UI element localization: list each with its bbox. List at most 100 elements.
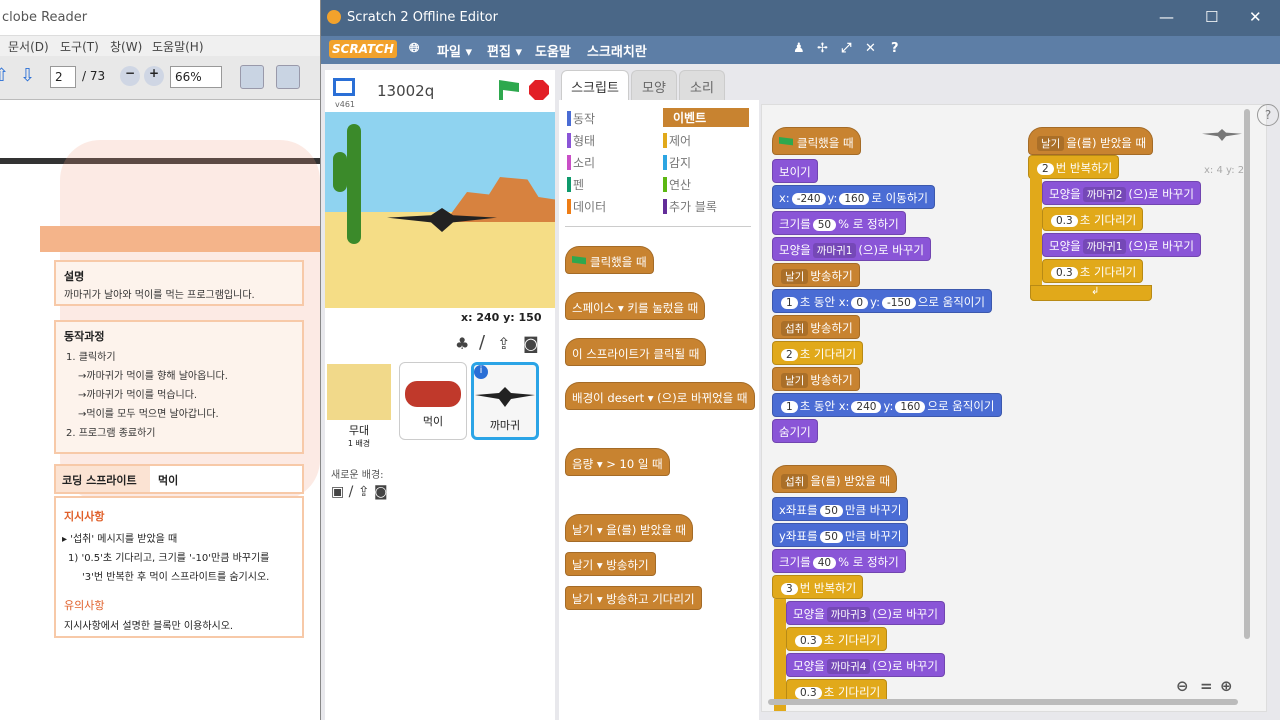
- repeat-block[interactable]: 2번 반복하기: [1028, 155, 1120, 179]
- cat-looks[interactable]: 형태: [567, 132, 595, 149]
- script-block[interactable]: 0.3 초 기다리기: [1042, 207, 1144, 231]
- stage-canvas[interactable]: [325, 112, 555, 308]
- cat-sensing[interactable]: 감지: [663, 154, 691, 171]
- menu-tools[interactable]: 도구(T): [60, 38, 99, 55]
- close-icon[interactable]: ✕: [1249, 8, 1262, 26]
- script-block[interactable]: x좌표를 50 만큼 바꾸기: [772, 497, 909, 521]
- page-number-input[interactable]: 2: [50, 66, 76, 88]
- stage-header: v461 13002q: [325, 70, 555, 114]
- palette-block[interactable]: 배경이 desert ▾ (으)로 바뀌었을 때: [565, 382, 755, 410]
- menu-file[interactable]: 파일 ▾: [437, 41, 472, 60]
- paint-sprite-icon[interactable]: ♣: [455, 334, 469, 353]
- menu-edit[interactable]: 편집 ▾: [487, 41, 522, 60]
- zoom-select[interactable]: 66%: [170, 66, 222, 88]
- fullscreen-icon[interactable]: [333, 78, 355, 96]
- script-block[interactable]: 0.3 초 기다리기: [786, 627, 888, 651]
- desc-text: 까마귀가 날아와 먹이를 먹는 프로그램입니다.: [64, 290, 255, 301]
- scratch-logo: SCRATCH: [329, 40, 397, 58]
- cat-sound[interactable]: 소리: [567, 154, 595, 171]
- script-hat[interactable]: 클릭했을 때: [772, 127, 861, 155]
- upload-icon[interactable]: ⇪: [497, 334, 510, 353]
- script-block[interactable]: 0.3 초 기다리기: [1042, 259, 1144, 283]
- horizontal-scrollbar[interactable]: [768, 699, 1238, 705]
- script-block[interactable]: 섭취 방송하기: [772, 315, 860, 339]
- grow-icon[interactable]: ⤢: [841, 41, 851, 56]
- tab-scripts[interactable]: 스크립트: [561, 70, 629, 100]
- tips-help-icon[interactable]: ?: [1257, 104, 1279, 126]
- pen-icon[interactable]: /: [479, 332, 485, 353]
- script-block[interactable]: 보이기: [772, 159, 818, 183]
- script-hat[interactable]: 날기 을(를) 받았을 때: [1028, 127, 1154, 155]
- stage-thumb[interactable]: 무대 1 배경: [325, 362, 393, 448]
- script-block[interactable]: 모양을 까마귀1 (으)로 바꾸기: [772, 237, 931, 261]
- sprite-ghost-image: [1202, 129, 1242, 141]
- cactus: [347, 124, 361, 244]
- script-block[interactable]: 크기를 40% 로 정하기: [772, 549, 906, 573]
- tab-costumes[interactable]: 모양: [631, 70, 677, 100]
- menu-help[interactable]: 도움말: [535, 41, 571, 60]
- script-block[interactable]: 숨기기: [772, 419, 818, 443]
- duplicate-icon[interactable]: ♟: [793, 41, 805, 56]
- palette-block[interactable]: 날기 ▾ 을(를) 받았을 때: [565, 514, 694, 542]
- repeat-block[interactable]: 3번 반복하기: [772, 575, 864, 599]
- cat-events[interactable]: 이벤트: [663, 108, 749, 127]
- process-item: →까마귀가 먹이를 먹습니다.: [78, 390, 198, 401]
- camera-icon[interactable]: ◙: [523, 334, 539, 353]
- fit-width-icon[interactable]: [276, 65, 300, 89]
- help-icon[interactable]: ?: [891, 41, 899, 56]
- cat-pen[interactable]: 펜: [567, 176, 584, 193]
- script-block[interactable]: 2초 기다리기: [772, 341, 864, 365]
- zoom-out-icon[interactable]: −: [120, 66, 140, 86]
- script-block[interactable]: 모양을 까마귀2 (으)로 바꾸기: [1042, 181, 1201, 205]
- script-block[interactable]: y좌표를 50 만큼 바꾸기: [772, 523, 909, 547]
- green-flag-icon[interactable]: [499, 80, 519, 100]
- backdrop-tools-icon[interactable]: ▣ / ⇪ ◙: [331, 484, 388, 500]
- minimize-icon[interactable]: —: [1159, 8, 1174, 26]
- info-icon[interactable]: i: [474, 365, 488, 379]
- script-block[interactable]: 모양을 까마귀1 (으)로 바꾸기: [1042, 233, 1201, 257]
- script-block[interactable]: 날기 방송하기: [772, 367, 860, 391]
- palette-block[interactable]: 클릭했을 때: [565, 246, 654, 274]
- sprite-thumb-selected[interactable]: i 까마귀: [471, 362, 539, 440]
- maximize-icon[interactable]: ☐: [1205, 8, 1218, 26]
- zoom-in-icon[interactable]: +: [144, 66, 164, 86]
- script-block[interactable]: 1초 동안 x: 240 y: 160 으로 움직이기: [772, 393, 1002, 417]
- script-block[interactable]: x: -240 y: 160 로 이동하기: [772, 185, 935, 209]
- script-block[interactable]: 크기를 50% 로 정하기: [772, 211, 906, 235]
- script-block[interactable]: 날기 방송하기: [772, 263, 860, 287]
- palette-block[interactable]: 이 스프라이트가 클릭될 때: [565, 338, 707, 366]
- script-block[interactable]: 1초 동안 x: 0 y: -150 으로 움직이기: [772, 289, 992, 313]
- script-block[interactable]: 모양을 까마귀4 (으)로 바꾸기: [786, 653, 945, 677]
- stop-icon[interactable]: [529, 80, 549, 100]
- zoom-in-icon[interactable]: ⊕: [1220, 677, 1233, 695]
- scripts-area[interactable]: 클릭했을 때 보이기 x: -240 y: 160 로 이동하기 크기를 50% 로 정하…: [761, 104, 1267, 712]
- palette-block[interactable]: 음량 ▾ > 10 일 때: [565, 448, 670, 476]
- menu-window[interactable]: 창(W): [110, 38, 142, 55]
- menu-help[interactable]: 도움말(H): [152, 38, 204, 55]
- process-item: 1. 클릭하기: [66, 352, 116, 363]
- zoom-out-icon[interactable]: ⊖: [1176, 677, 1189, 695]
- cat-more-blocks[interactable]: 추가 블록: [663, 198, 717, 215]
- project-name-input[interactable]: 13002q: [377, 82, 434, 100]
- prev-page-icon[interactable]: ⇧: [0, 65, 18, 89]
- script-hat[interactable]: 섭취 을(를) 받았을 때: [772, 465, 898, 493]
- cut-icon[interactable]: ✢: [817, 41, 828, 56]
- next-page-icon[interactable]: ⇩: [20, 65, 44, 89]
- cat-control[interactable]: 제어: [663, 132, 691, 149]
- menu-about[interactable]: 스크래치란: [587, 41, 647, 60]
- fit-page-icon[interactable]: [240, 65, 264, 89]
- palette-block[interactable]: 스페이스 ▾ 키를 눌렀을 때: [565, 292, 706, 320]
- palette-block[interactable]: 날기 ▾ 방송하기: [565, 552, 656, 576]
- palette-block[interactable]: 날기 ▾ 방송하고 기다리기: [565, 586, 702, 610]
- sprite-thumb[interactable]: 먹이: [399, 362, 467, 440]
- cat-operators[interactable]: 연산: [663, 176, 691, 193]
- shrink-icon[interactable]: ✕: [865, 41, 876, 56]
- cat-data[interactable]: 데이터: [567, 198, 606, 215]
- script-block[interactable]: 모양을 까마귀3 (으)로 바꾸기: [786, 601, 945, 625]
- zoom-reset-icon[interactable]: =: [1200, 677, 1213, 695]
- cat-motion[interactable]: 동작: [567, 110, 595, 127]
- vertical-scrollbar[interactable]: [1244, 109, 1250, 639]
- menu-document[interactable]: 문서(D): [8, 38, 49, 55]
- tab-sounds[interactable]: 소리: [679, 70, 725, 100]
- globe-icon[interactable]: 🌐︎: [409, 41, 419, 56]
